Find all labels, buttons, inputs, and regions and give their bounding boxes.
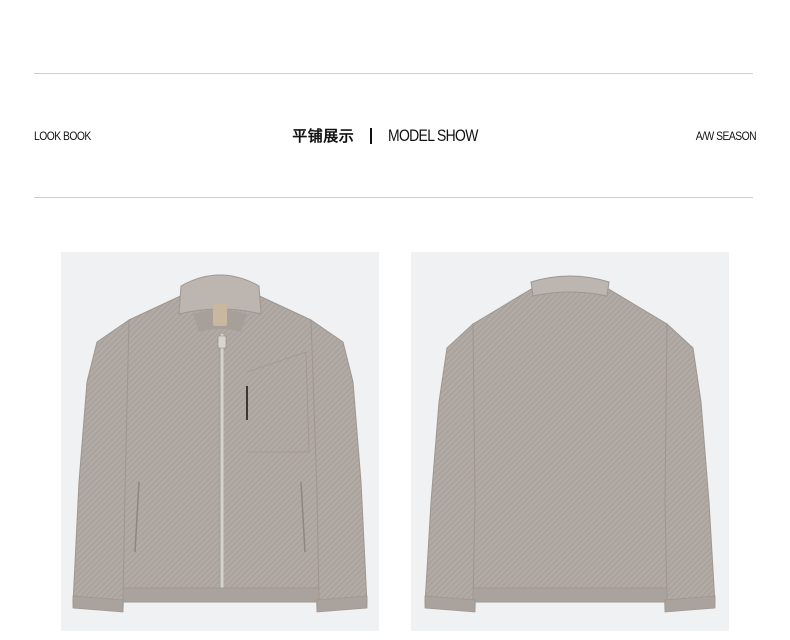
bottom-divider	[34, 197, 753, 198]
title-english: MODEL SHOW	[388, 126, 479, 145]
jacket-front-image	[72, 274, 368, 613]
season-label: A/W SEASON	[695, 129, 757, 143]
product-image-front	[61, 252, 379, 631]
title-separator	[370, 128, 373, 144]
top-divider	[34, 73, 753, 74]
section-header: LOOK BOOK 平铺展示 MODEL SHOW A/W SEASON	[0, 120, 790, 154]
section-title: 平铺展示 MODEL SHOW	[0, 125, 790, 147]
product-image-back	[411, 252, 729, 631]
title-chinese: 平铺展示	[292, 127, 355, 145]
jacket-back-image	[424, 275, 716, 613]
